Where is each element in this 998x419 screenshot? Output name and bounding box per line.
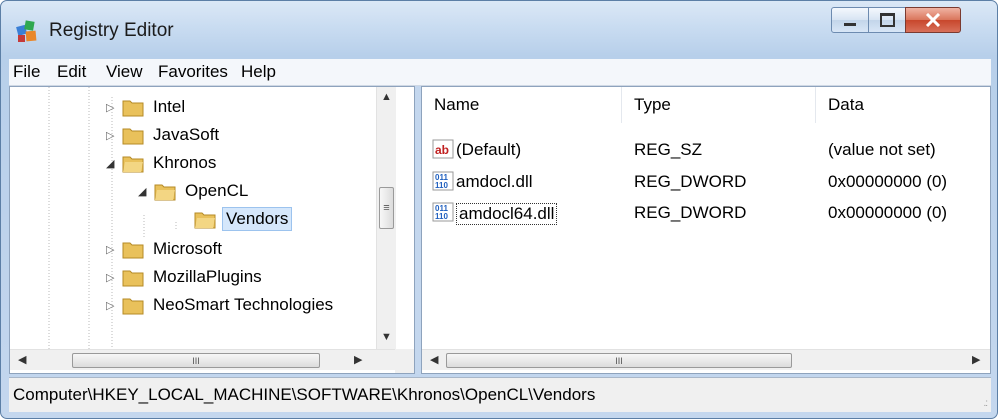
folder-open-icon (122, 156, 144, 172)
tree-item-label: MozillaPlugins (153, 267, 262, 286)
tree-item-neosmart[interactable]: ▷ NeoSmart Technologies (106, 291, 336, 319)
current-key-path: Computer\HKEY_LOCAL_MACHINE\SOFTWARE\Khr… (13, 385, 596, 404)
scrollbar-grip: III (615, 355, 623, 366)
tree-item-label: Khronos (153, 153, 217, 172)
tree-horizontal-scrollbar[interactable]: ◀ III ▶ (10, 349, 395, 370)
column-header-type[interactable]: Type (622, 87, 816, 123)
expand-icon[interactable]: ▷ (106, 129, 114, 142)
scrollbar-thumb[interactable]: III (446, 353, 792, 368)
menu-edit[interactable]: Edit (57, 62, 86, 82)
value-type: REG_DWORD (634, 203, 747, 222)
title-bar[interactable]: Registry Editor (1, 1, 997, 59)
svg-text:110: 110 (435, 212, 448, 221)
tree-vertical-scrollbar[interactable]: ▲ ≡ ▼ (376, 87, 396, 349)
tree-item-label: Intel (153, 97, 186, 116)
tree-item-microsoft[interactable]: ▷ Microsoft (106, 235, 225, 263)
value-name: amdocl64.dll (456, 203, 558, 225)
scrollbar-thumb[interactable]: III (72, 353, 320, 368)
value-data: 0x00000000 (0) (828, 203, 948, 222)
window-title: Registry Editor (49, 20, 174, 41)
value-name: amdocl.dll (456, 172, 533, 191)
folder-icon (122, 100, 144, 116)
values-list-pane[interactable]: Name Type Data ab (Default) REG_SZ (valu… (421, 86, 991, 374)
collapse-icon[interactable]: ◢ (138, 185, 146, 198)
client-area: ▷ Intel ▷ JavaSoft ◢ Khronos ◢ OpenCL Ve… (9, 86, 991, 374)
tree-item-javasoft[interactable]: ▷ JavaSoft (106, 121, 222, 149)
resize-grip-icon[interactable]: .: (983, 398, 987, 409)
registry-editor-window: Registry Editor File Edit View Favorites… (0, 0, 998, 419)
value-name: (Default) (456, 140, 522, 159)
expand-icon[interactable]: ▷ (106, 243, 114, 256)
menu-file[interactable]: File (13, 62, 40, 82)
svg-text:110: 110 (435, 181, 448, 190)
folder-open-icon (154, 184, 176, 200)
tree-item-label: Vendors (222, 207, 293, 231)
value-type: REG_SZ (634, 140, 703, 159)
scroll-left-arrow-icon[interactable]: ◀ (18, 353, 26, 366)
registry-editor-app-icon (16, 20, 37, 42)
binary-value-icon: 011 110 (432, 171, 454, 191)
scroll-right-arrow-icon[interactable]: ▶ (354, 353, 362, 366)
string-value-icon: ab (432, 139, 454, 159)
value-type: REG_DWORD (634, 172, 747, 191)
close-button[interactable] (905, 7, 961, 33)
menu-view[interactable]: View (106, 62, 143, 82)
close-icon (925, 13, 941, 27)
scroll-left-arrow-icon[interactable]: ◀ (430, 353, 438, 366)
status-bar: Computer\HKEY_LOCAL_MACHINE\SOFTWARE\Khr… (9, 377, 991, 412)
tree-item-opencl[interactable]: ◢ OpenCL (138, 177, 251, 205)
value-data: 0x00000000 (0) (828, 172, 948, 191)
list-horizontal-scrollbar[interactable]: ◀ III ▶ (422, 349, 990, 370)
binary-value-icon: 011 110 (432, 202, 454, 222)
tree-item-mozillaplugins[interactable]: ▷ MozillaPlugins (106, 263, 265, 291)
expand-icon[interactable]: ▷ (106, 101, 114, 114)
scroll-right-arrow-icon[interactable]: ▶ (972, 353, 980, 366)
tree-item-label: NeoSmart Technologies (153, 295, 334, 314)
scroll-corner (395, 349, 414, 373)
folder-icon (122, 242, 144, 258)
column-label: Data (828, 95, 864, 114)
value-data: (value not set) (828, 140, 936, 159)
tree-item-vendors[interactable]: Vendors (194, 205, 293, 233)
tree-item-label: OpenCL (185, 181, 249, 200)
svg-text:ab: ab (435, 143, 449, 157)
collapse-icon[interactable]: ◢ (106, 157, 114, 170)
folder-open-icon (194, 212, 216, 228)
column-header-data[interactable]: Data (816, 87, 990, 123)
column-label: Name (434, 95, 480, 114)
minimize-icon (844, 22, 856, 26)
folder-icon (122, 270, 144, 286)
tree-item-khronos[interactable]: ◢ Khronos (106, 149, 219, 177)
tree-item-intel[interactable]: ▷ Intel (106, 93, 188, 121)
scroll-down-arrow-icon[interactable]: ▼ (381, 331, 392, 343)
maximize-button[interactable] (868, 7, 906, 33)
column-header-name[interactable]: Name (422, 87, 622, 123)
minimize-button[interactable] (831, 7, 869, 33)
expand-icon[interactable]: ▷ (106, 299, 114, 312)
tree-item-label: JavaSoft (153, 125, 220, 144)
tree-item-label: Microsoft (153, 239, 222, 258)
scroll-up-arrow-icon[interactable]: ▲ (381, 91, 392, 103)
scrollbar-thumb[interactable]: ≡ (379, 187, 394, 229)
expand-icon[interactable]: ▷ (106, 271, 114, 284)
key-tree-pane[interactable]: ▷ Intel ▷ JavaSoft ◢ Khronos ◢ OpenCL Ve… (9, 86, 415, 374)
folder-icon (122, 298, 144, 314)
scrollbar-grip: III (192, 355, 200, 366)
column-label: Type (634, 95, 671, 114)
menu-favorites[interactable]: Favorites (158, 62, 228, 82)
menu-help[interactable]: Help (241, 62, 276, 82)
menu-bar: File Edit View Favorites Help (9, 59, 991, 86)
maximize-icon (879, 13, 895, 27)
folder-icon (122, 128, 144, 144)
